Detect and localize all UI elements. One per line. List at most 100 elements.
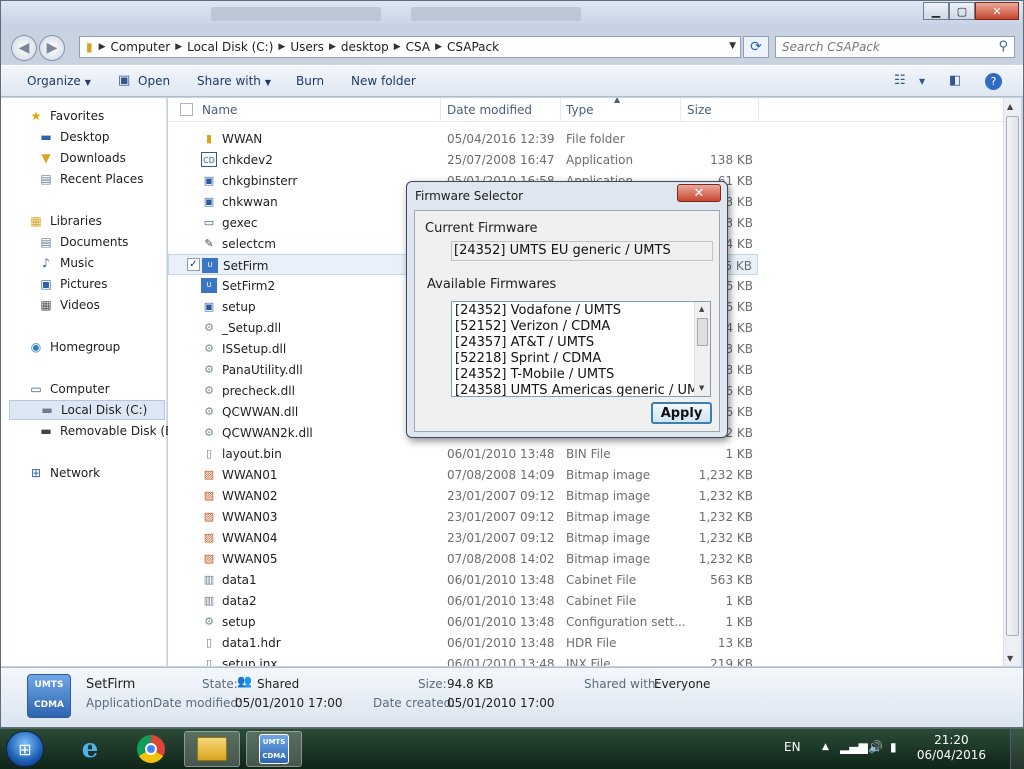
- row-checkbox[interactable]: ✓: [187, 258, 200, 271]
- title-bar[interactable]: ▁ ▢ ✕: [1, 1, 1023, 29]
- scroll-down-icon[interactable]: ▼: [1007, 654, 1013, 663]
- firmware-option[interactable]: [24358] UMTS Americas generic / UMTS: [455, 383, 710, 396]
- nav-network[interactable]: ⊞ Network: [27, 463, 100, 483]
- column-divider[interactable]: [560, 98, 561, 122]
- nav-local-disk[interactable]: ▬ Local Disk (C:): [9, 400, 165, 420]
- view-dropdown-icon[interactable]: ▼: [919, 77, 925, 86]
- file-row[interactable]: ▨ WWAN02 23/01/2007 09:12 Bitmap image 1,232…: [168, 485, 758, 506]
- show-desktop-button[interactable]: [1010, 729, 1024, 769]
- taskbar-setfirm[interactable]: UMTS CDMA: [246, 731, 302, 767]
- preview-pane-icon[interactable]: ◧: [949, 73, 961, 88]
- column-divider[interactable]: [680, 98, 681, 122]
- firmware-listbox[interactable]: [24352] Vodafone / UMTS [52152] Verizon …: [451, 301, 711, 397]
- taskbar-internet-explorer[interactable]: e: [62, 731, 118, 767]
- close-button[interactable]: ✕: [975, 2, 1019, 20]
- file-row[interactable]: ⚙ setup 06/01/2010 13:48 Configuration sett…: [168, 611, 758, 632]
- firmware-option[interactable]: [24357] AT&T / UMTS: [455, 335, 594, 350]
- new-folder-button[interactable]: New folder: [351, 74, 416, 88]
- file-row[interactable]: ▯ setup.inx 06/01/2010 13:48 INX File 219 KB: [168, 653, 758, 666]
- taskbar-explorer[interactable]: [184, 731, 240, 767]
- firmware-option[interactable]: [24352] Vodafone / UMTS: [455, 303, 621, 318]
- back-button[interactable]: ◀: [11, 35, 37, 61]
- column-divider[interactable]: [758, 98, 759, 122]
- bitmap-icon: ▨: [203, 552, 215, 565]
- firmware-option[interactable]: [24352] T-Mobile / UMTS: [455, 367, 614, 382]
- breadcrumb-computer[interactable]: Computer: [111, 40, 171, 54]
- show-hidden-icons-icon[interactable]: ▲: [822, 742, 829, 752]
- file-row[interactable]: ▨ WWAN03 23/01/2007 09:12 Bitmap image 1,232…: [168, 506, 758, 527]
- file-size: 3 KB: [725, 195, 753, 209]
- nav-videos[interactable]: ▦ Videos: [37, 295, 100, 315]
- volume-icon[interactable]: 🔊: [868, 740, 883, 754]
- nav-documents[interactable]: ▤ Documents: [37, 232, 128, 252]
- file-row[interactable]: ▨ WWAN05 07/08/2008 14:02 Bitmap image 1,232…: [168, 548, 758, 569]
- file-row[interactable]: ▨ WWAN04 23/01/2007 09:12 Bitmap image 1,232…: [168, 527, 758, 548]
- column-divider[interactable]: [440, 98, 441, 122]
- share-with-button[interactable]: Share with ▼: [197, 74, 271, 88]
- removable-drive-icon: ▬: [40, 424, 52, 438]
- nav-favorites[interactable]: ★ Favorites: [27, 106, 105, 126]
- breadcrumb-csa[interactable]: CSA: [406, 40, 430, 54]
- apply-button[interactable]: Apply: [651, 402, 712, 424]
- vertical-scrollbar[interactable]: ▲ ▼: [1003, 98, 1021, 666]
- scrollbar-thumb[interactable]: [1006, 116, 1019, 636]
- forward-button[interactable]: ▶: [39, 35, 65, 61]
- nav-computer[interactable]: ▭ Computer: [27, 379, 109, 399]
- dialog-close-button[interactable]: ✕: [677, 184, 721, 202]
- column-date-modified[interactable]: Date modified: [447, 103, 532, 117]
- help-icon[interactable]: ?: [985, 73, 1002, 90]
- column-name[interactable]: Name: [202, 103, 237, 117]
- nav-desktop[interactable]: ▬ Desktop: [37, 127, 109, 147]
- column-type[interactable]: Type: [566, 103, 594, 117]
- file-row[interactable]: ▨ WWAN01 07/08/2008 14:09 Bitmap image 1,232…: [168, 464, 758, 485]
- nav-downloads[interactable]: ▼ Downloads: [37, 148, 126, 168]
- address-bar[interactable]: ▮ ▶ Computer ▶ Local Disk (C:) ▶ Users ▶…: [79, 36, 741, 58]
- maximize-button[interactable]: ▢: [949, 2, 975, 20]
- listbox-scroll-thumb[interactable]: [697, 318, 708, 346]
- file-size: 5 KB: [724, 259, 752, 273]
- nav-removable-disk[interactable]: ▬ Removable Disk (E:): [37, 421, 181, 441]
- view-options-icon[interactable]: ☷: [894, 73, 906, 88]
- column-size[interactable]: Size: [687, 103, 712, 117]
- nav-recent-places[interactable]: ▤ Recent Places: [37, 169, 143, 189]
- power-icon[interactable]: ▮: [890, 740, 897, 754]
- nav-homegroup[interactable]: ◉ Homegroup: [27, 337, 121, 357]
- file-type: BIN File: [566, 447, 611, 461]
- firmware-option[interactable]: [52152] Verizon / CDMA: [455, 319, 610, 334]
- open-button[interactable]: Open: [138, 74, 170, 88]
- nav-pictures[interactable]: ▣ Pictures: [37, 274, 107, 294]
- breadcrumb-csapack[interactable]: CSAPack: [447, 40, 499, 54]
- file-row[interactable]: CD chkdev2 25/07/2008 16:47 Application 138 …: [168, 149, 758, 170]
- address-dropdown-icon[interactable]: ▼: [729, 41, 736, 51]
- shared-with-label: Shared with:: [584, 677, 660, 691]
- taskbar-chrome[interactable]: [123, 731, 179, 767]
- organize-button[interactable]: Organize ▼: [27, 74, 91, 88]
- breadcrumb-users[interactable]: Users: [290, 40, 324, 54]
- scroll-down-icon[interactable]: ▼: [699, 384, 704, 392]
- refresh-button[interactable]: ⟳: [743, 36, 769, 58]
- search-input[interactable]: Search CSAPack ⚲: [775, 36, 1015, 58]
- listbox-scrollbar[interactable]: ▲ ▼: [694, 302, 710, 396]
- scroll-up-icon[interactable]: ▲: [699, 305, 704, 313]
- breadcrumb-desktop[interactable]: desktop: [341, 40, 389, 54]
- scroll-up-icon[interactable]: ▲: [1007, 102, 1013, 111]
- nav-libraries[interactable]: ▦ Libraries: [27, 211, 102, 231]
- search-icon[interactable]: ⚲: [998, 39, 1008, 54]
- start-button[interactable]: ⊞: [6, 731, 44, 767]
- clock[interactable]: 21:20 06/04/2016: [917, 733, 986, 763]
- file-row[interactable]: ▮ WWAN 05/04/2016 12:39 File folder: [168, 128, 758, 149]
- file-row[interactable]: ▥ data1 06/01/2010 13:48 Cabinet File 563 KB: [168, 569, 758, 590]
- firmware-option[interactable]: [52218] Sprint / CDMA: [455, 351, 601, 366]
- select-all-checkbox[interactable]: [180, 103, 193, 116]
- minimize-button[interactable]: ▁: [923, 2, 949, 20]
- network-signal-icon[interactable]: ▂▄▆: [840, 740, 868, 754]
- file-row[interactable]: ▥ data2 06/01/2010 13:48 Cabinet File 1 KB: [168, 590, 758, 611]
- file-date: 06/01/2010 13:48: [447, 636, 555, 650]
- burn-button[interactable]: Burn: [296, 74, 324, 88]
- nav-music-label: Music: [60, 256, 95, 270]
- breadcrumb-local-disk[interactable]: Local Disk (C:): [187, 40, 273, 54]
- nav-music[interactable]: ♪ Music: [37, 253, 94, 273]
- file-row[interactable]: ▯ data1.hdr 06/01/2010 13:48 HDR File 13 KB: [168, 632, 758, 653]
- language-indicator[interactable]: EN: [784, 740, 801, 754]
- file-row[interactable]: ▯ layout.bin 06/01/2010 13:48 BIN File 1 KB: [168, 443, 758, 464]
